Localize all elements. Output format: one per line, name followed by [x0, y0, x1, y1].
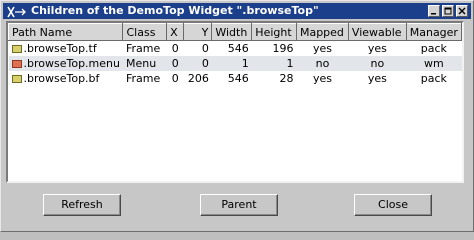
- table-row[interactable]: .browseTop.tf Frame 0 0 546 196 yes yes …: [9, 41, 462, 57]
- path-name: .browseTop.bf: [23, 72, 100, 85]
- column-header-path-name[interactable]: Path Name: [8, 23, 124, 41]
- column-header-class[interactable]: Class: [122, 23, 168, 41]
- mapped-cell: yes: [312, 42, 332, 55]
- title-bar[interactable]: Children of the DemoTop Widget ".browseT…: [3, 3, 471, 19]
- path-cell: .browseTop.menu: [8, 56, 123, 71]
- path-name: .browseTop.menu: [23, 57, 120, 70]
- path-cell: .browseTop.tf: [9, 41, 123, 57]
- mapped-cell: no: [296, 56, 349, 71]
- x-cell: 0: [171, 42, 179, 55]
- column-header-x[interactable]: X: [166, 23, 185, 41]
- maximize-icon: [444, 7, 452, 15]
- children-table: Path Name Class X Y Width Height Mapped …: [8, 23, 462, 86]
- window-title: Children of the DemoTop Widget ".browseT…: [31, 4, 319, 17]
- viewable-cell: yes: [367, 42, 387, 55]
- tk-window-icon[interactable]: [6, 4, 26, 18]
- path-cell: .browseTop.bf: [9, 71, 123, 86]
- x-cell: 0: [166, 56, 184, 71]
- width-cell: 546: [227, 42, 249, 55]
- manager-cell: pack: [420, 42, 447, 55]
- mapped-cell: yes: [312, 72, 332, 85]
- y-cell: 206: [187, 72, 209, 85]
- column-header-viewable[interactable]: Viewable: [347, 23, 407, 41]
- maximize-button[interactable]: [442, 5, 454, 17]
- viewable-cell: no: [348, 56, 407, 71]
- column-header-height[interactable]: Height: [251, 23, 297, 41]
- y-cell: 0: [201, 42, 209, 55]
- column-header-manager[interactable]: Manager: [405, 23, 462, 41]
- table-row[interactable]: .browseTop.menu Menu 0 0 1 1 no no wm: [8, 56, 462, 71]
- table-header-row: Path Name Class X Y Width Height Mapped …: [8, 23, 462, 41]
- refresh-button[interactable]: Refresh: [43, 194, 121, 216]
- width-cell: 1: [211, 56, 252, 71]
- x-cell: 0: [171, 72, 179, 85]
- height-cell: 1: [251, 56, 297, 71]
- browser-window: Children of the DemoTop Widget ".browseT…: [0, 0, 474, 232]
- class-cell: Frame: [125, 72, 161, 85]
- width-cell: 546: [227, 72, 249, 85]
- manager-cell: wm: [406, 56, 462, 71]
- minimize-button[interactable]: [428, 5, 440, 17]
- minimize-icon: [431, 13, 436, 15]
- height-cell: 28: [279, 72, 294, 85]
- column-header-width[interactable]: Width: [211, 23, 253, 41]
- class-cell: Menu: [122, 56, 167, 71]
- frame-widget-icon: [11, 45, 22, 53]
- height-cell: 196: [272, 42, 294, 55]
- manager-cell: pack: [420, 72, 447, 85]
- y-cell: 0: [183, 56, 212, 71]
- path-name: .browseTop.tf: [23, 42, 97, 55]
- close-window-button[interactable]: [456, 5, 468, 17]
- column-header-y[interactable]: Y: [183, 23, 213, 41]
- column-header-mapped[interactable]: Mapped: [295, 23, 349, 41]
- children-table-frame: Path Name Class X Y Width Height Mapped …: [6, 21, 464, 183]
- viewable-cell: yes: [367, 72, 387, 85]
- frame-widget-icon: [11, 75, 22, 83]
- close-icon: [458, 7, 466, 15]
- menu-widget-icon: [11, 60, 22, 68]
- window-client-area: Path Name Class X Y Width Height Mapped …: [3, 20, 471, 229]
- class-cell: Frame: [125, 42, 161, 55]
- close-button[interactable]: Close: [354, 194, 432, 216]
- parent-button[interactable]: Parent: [200, 194, 278, 216]
- table-row[interactable]: .browseTop.bf Frame 0 206 546 28 yes yes…: [9, 71, 462, 86]
